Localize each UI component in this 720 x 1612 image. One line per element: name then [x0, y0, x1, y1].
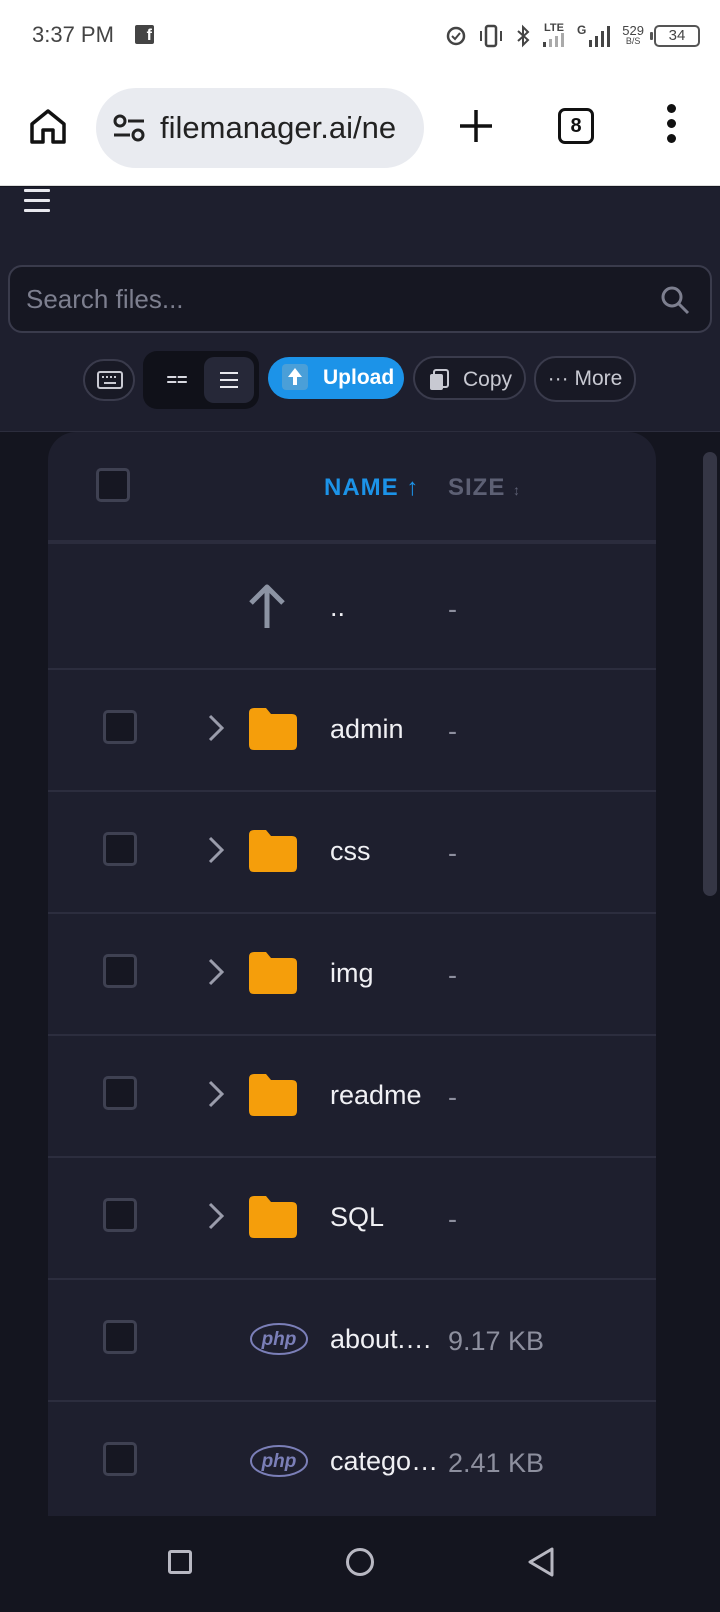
data-saver-icon	[446, 26, 466, 46]
table-row[interactable]: SQL -	[48, 1158, 656, 1280]
file-name: css	[330, 836, 371, 866]
folder-icon	[249, 830, 297, 872]
row-checkbox[interactable]	[103, 1076, 137, 1110]
copy-label: Copy	[463, 368, 513, 391]
folder-icon	[249, 1074, 297, 1116]
net-speed: 529 B/S	[622, 23, 644, 46]
search-input[interactable]	[26, 279, 626, 319]
new-tab-icon[interactable]	[456, 106, 496, 146]
upload-label: Upload	[323, 366, 395, 389]
php-label: php	[261, 1329, 297, 1350]
scrollbar-thumb[interactable]	[703, 452, 717, 896]
file-size: -	[448, 960, 457, 990]
keyboard-shortcuts-button[interactable]	[83, 359, 135, 401]
file-size: -	[448, 1082, 457, 1112]
signal-indicator: G	[577, 24, 612, 47]
tab-switcher-button[interactable]: 8	[558, 108, 594, 144]
copy-button[interactable]: Copy	[413, 356, 526, 400]
app-header: == Upload Copy ··· More	[0, 187, 720, 432]
file-size: -	[448, 594, 457, 624]
status-icons: LTE G 529 B/S 34	[445, 18, 700, 54]
row-checkbox[interactable]	[103, 710, 137, 744]
php-file-icon: php	[250, 1445, 308, 1477]
php-file-icon: php	[250, 1323, 308, 1355]
status-time: 3:37 PM	[32, 22, 114, 47]
file-name: category.php	[330, 1446, 440, 1476]
chevron-right-icon[interactable]	[208, 1080, 224, 1108]
address-bar[interactable]: filemanager.ai/ne	[96, 88, 424, 168]
select-all-checkbox[interactable]	[96, 468, 130, 502]
vibrate-icon	[479, 24, 502, 48]
folder-icon	[249, 1196, 297, 1238]
row-checkbox[interactable]	[103, 1442, 137, 1476]
list-view-button[interactable]	[204, 357, 254, 403]
file-name: about.php	[330, 1324, 440, 1354]
row-checkbox[interactable]	[103, 832, 137, 866]
file-name: ..	[330, 592, 346, 622]
folder-icon	[249, 708, 297, 750]
file-list-area: NAME ↑ SIZE ↕ .. - admin - css - img - r…	[0, 432, 720, 1516]
file-size: 2.41 KB	[448, 1448, 545, 1478]
chevron-right-icon[interactable]	[208, 836, 224, 864]
size-column-header[interactable]: SIZE ↕	[448, 474, 521, 502]
parent-directory-row[interactable]: .. -	[48, 548, 656, 670]
battery-icon: 34	[650, 25, 700, 47]
file-size: -	[448, 1204, 457, 1234]
more-button[interactable]: ··· More	[534, 356, 636, 402]
row-checkbox[interactable]	[103, 1198, 137, 1232]
browser-menu-icon[interactable]	[664, 104, 678, 148]
file-name: img	[330, 958, 374, 988]
file-name: admin	[330, 714, 404, 744]
table-row[interactable]: img -	[48, 914, 656, 1036]
table-row[interactable]: readme -	[48, 1036, 656, 1158]
table-row[interactable]: php category.php 2.41 KB	[48, 1402, 656, 1516]
hamburger-menu-icon[interactable]	[24, 189, 50, 215]
view-mode-toggle: ==	[143, 351, 259, 409]
list-icon	[204, 357, 254, 388]
php-label: php	[261, 1451, 297, 1472]
bluetooth-icon	[517, 24, 530, 48]
file-table: NAME ↑ SIZE ↕ .. - admin - css - img - r…	[48, 432, 656, 1516]
file-size: -	[448, 716, 457, 746]
battery-level: 34	[668, 27, 686, 44]
folder-icon	[249, 952, 297, 994]
system-navigation-bar	[0, 1516, 720, 1612]
upload-button[interactable]: Upload	[268, 357, 404, 399]
copy-icon	[430, 369, 449, 390]
table-row[interactable]: css -	[48, 792, 656, 914]
browser-toolbar: filemanager.ai/ne 8	[0, 72, 720, 186]
chevron-right-icon[interactable]	[208, 1202, 224, 1230]
home-icon[interactable]	[28, 106, 68, 146]
site-settings-icon[interactable]	[112, 112, 146, 144]
file-size: 9.17 KB	[448, 1326, 545, 1356]
home-circle-icon[interactable]	[346, 1548, 374, 1576]
sort-icon: ↕	[513, 482, 522, 498]
facebook-icon: f	[135, 25, 154, 44]
status-bar: 3:37 PM f LTE G 529 B/S 34	[0, 0, 720, 72]
file-name: SQL	[330, 1202, 385, 1232]
upload-icon	[282, 364, 308, 390]
chevron-right-icon[interactable]	[208, 958, 224, 986]
arrow-up-icon	[249, 584, 285, 628]
search-box	[8, 265, 712, 333]
back-icon[interactable]	[526, 1546, 556, 1578]
size-header-label: SIZE	[448, 474, 506, 501]
row-checkbox[interactable]	[103, 1320, 137, 1354]
grid-view-button[interactable]: ==	[157, 361, 197, 399]
file-toolbar: == Upload Copy ··· More	[0, 351, 720, 409]
url-text[interactable]: filemanager.ai/ne	[160, 110, 396, 146]
name-column-header[interactable]: NAME ↑	[324, 474, 419, 502]
file-name: readme	[330, 1080, 422, 1110]
lte-indicator: LTE	[541, 23, 567, 49]
keyboard-icon	[97, 371, 123, 389]
table-header: NAME ↑ SIZE ↕	[48, 432, 656, 544]
file-size: -	[448, 838, 457, 868]
row-checkbox[interactable]	[103, 954, 137, 988]
search-icon[interactable]	[660, 285, 690, 315]
chevron-right-icon[interactable]	[208, 714, 224, 742]
table-row[interactable]: admin -	[48, 670, 656, 792]
recent-apps-icon[interactable]	[168, 1550, 192, 1574]
table-row[interactable]: php about.php 9.17 KB	[48, 1280, 656, 1402]
